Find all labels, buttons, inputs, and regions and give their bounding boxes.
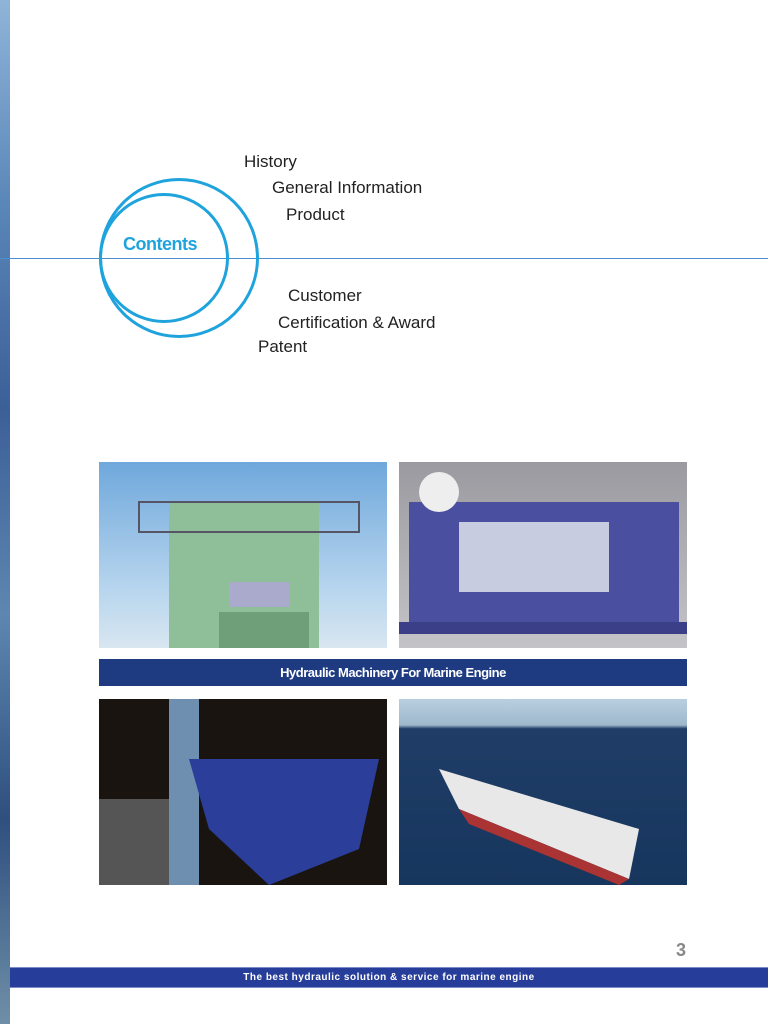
photo-ship-launch: [99, 699, 387, 885]
toc-history[interactable]: History: [244, 152, 297, 172]
toc-certification-award[interactable]: Certification & Award: [278, 313, 435, 333]
toc-product[interactable]: Product: [286, 205, 345, 225]
photo-lng-carrier: [399, 699, 687, 885]
photo-blue-engine: [399, 462, 687, 648]
toc-general-information[interactable]: General Information: [272, 178, 422, 198]
inner-circle: [99, 193, 229, 323]
side-photo-strip: [0, 0, 10, 1024]
toc-customer[interactable]: Customer: [288, 286, 362, 306]
page-number: 3: [676, 940, 687, 960]
footer-banner: The best hydraulic solution & service fo…: [10, 967, 768, 988]
section-banner: Hydraulic Machinery For Marine Engine: [99, 659, 687, 686]
toc-patent[interactable]: Patent: [258, 337, 307, 357]
contents-title: Contents: [123, 234, 198, 254]
photo-green-engine: [99, 462, 387, 648]
